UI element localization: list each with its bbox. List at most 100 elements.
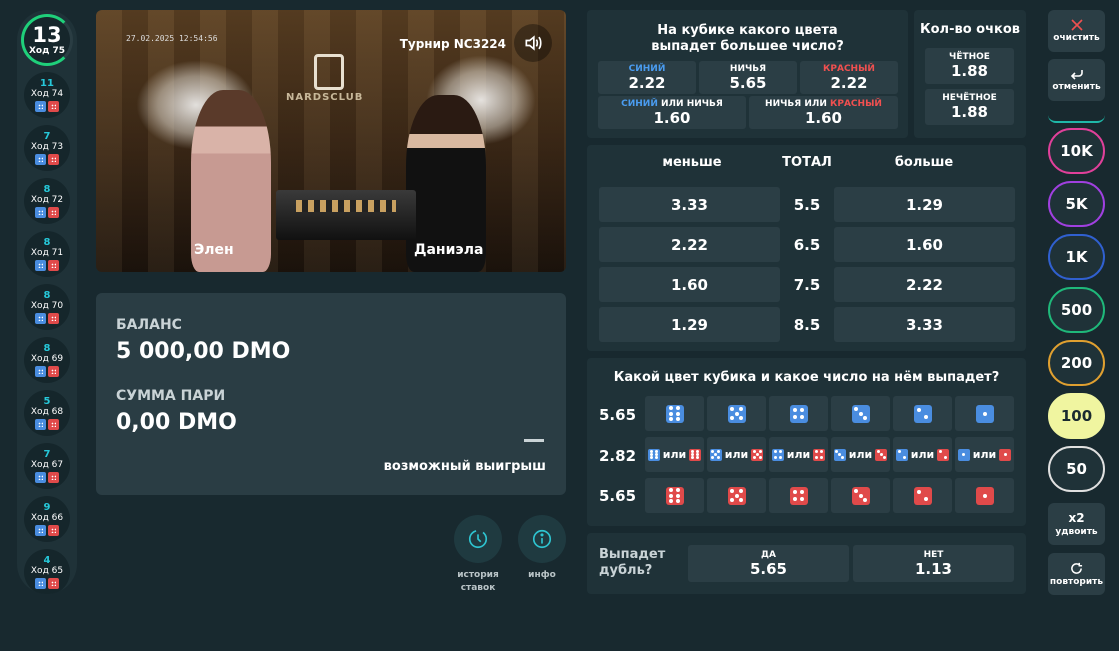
color-bet-title: На кубике какого цвета выпадет большее чи… (651, 23, 844, 54)
bet-odd[interactable]: НЕЧЁТНОЕ 1.88 (925, 89, 1014, 125)
bet-double-no[interactable]: НЕТ 1.13 (853, 545, 1014, 582)
bet-blue-or-red-6[interactable]: или (645, 437, 704, 472)
history-round: 11 Ход 74 (24, 72, 70, 118)
chip-5k[interactable]: 5K (1048, 181, 1105, 227)
repeat-button[interactable]: повторить (1048, 553, 1105, 595)
bet-total-less[interactable]: 1.29 (599, 307, 780, 342)
red-die-2-icon (937, 448, 950, 461)
history-round-number: 11 (40, 78, 54, 89)
blue-die-icon (35, 154, 46, 165)
bet-red-1[interactable] (955, 478, 1014, 513)
bet-red-6[interactable] (645, 478, 704, 513)
bet-red-4[interactable] (769, 478, 828, 513)
speaker-icon (525, 35, 542, 51)
red-die-icon (48, 154, 59, 165)
bet-even[interactable]: ЧЁТНОЕ 1.88 (925, 48, 1014, 84)
round-history: 13 Ход 75 11 Ход 74 7 Ход 73 8 Ход 72 8 Ход 71 8… (17, 10, 77, 594)
bet-total-more[interactable]: 1.60 (834, 227, 1015, 262)
double-bet-button[interactable]: x2 удвоить (1048, 503, 1105, 545)
bet-red-5[interactable] (707, 478, 766, 513)
red-die-3-icon (875, 448, 888, 461)
red-die-5-icon (751, 448, 764, 461)
history-round: 9 Ход 66 (24, 496, 70, 542)
bet-blue[interactable]: СИНИЙ 2.22 (598, 61, 696, 94)
undo-button[interactable]: отменить (1048, 59, 1105, 101)
chip-10k[interactable]: 10K (1048, 128, 1105, 174)
chip-200[interactable]: 200 (1048, 340, 1105, 386)
chip-50[interactable]: 50 (1048, 446, 1105, 492)
bet-double-yes[interactable]: ДА 5.65 (688, 545, 849, 582)
dice-bet-title: Какой цвет кубика и какое число на нём в… (613, 370, 1000, 385)
sound-button[interactable] (514, 24, 552, 62)
red-die-1-icon (975, 486, 994, 505)
bet-red-3[interactable] (831, 478, 890, 513)
red-die-4-icon (789, 486, 808, 505)
bet-blue-or-draw[interactable]: СИНИЙ ИЛИ НИЧЬЯ 1.60 (598, 96, 746, 129)
history-round: 7 Ход 67 (24, 443, 70, 489)
chip-500[interactable]: 500 (1048, 287, 1105, 333)
bet-amount-value: 0,00 DMO (116, 410, 237, 435)
blue-die-icon (35, 260, 46, 271)
current-round-number: 13 (32, 23, 62, 47)
bet-blue-2[interactable] (893, 396, 952, 431)
history-round-number: 9 (43, 502, 51, 513)
bet-total-less[interactable]: 1.60 (599, 267, 780, 302)
balance-value: 5 000,00 DMO (116, 339, 291, 364)
bet-blue-or-red-1[interactable]: или (955, 437, 1014, 472)
undo-icon (1070, 70, 1083, 80)
bet-total-more[interactable]: 2.22 (834, 267, 1015, 302)
blue-die-4-icon (771, 448, 784, 461)
blue-die-5-icon (709, 448, 722, 461)
nardsclub-logo-icon (314, 54, 344, 90)
bet-red-2[interactable] (893, 478, 952, 513)
red-die-icon (48, 366, 59, 377)
bet-blue-1[interactable] (955, 396, 1014, 431)
blue-die-icon (35, 366, 46, 377)
red-die-4-icon (813, 448, 826, 461)
bet-blue-6[interactable] (645, 396, 704, 431)
bet-total-more[interactable]: 1.29 (834, 187, 1015, 222)
close-icon (1070, 19, 1083, 31)
history-round: 8 Ход 72 (24, 178, 70, 224)
total-panel: меньше ТОТАЛ больше 3.33 5.5 1.29 2.22 6.5 1.… (587, 145, 1026, 351)
info-button[interactable] (518, 515, 566, 563)
dealer-right-name: Даниэла (414, 242, 484, 258)
total-less-header: меньше (662, 155, 722, 170)
bet-blue-or-red-5[interactable]: или (707, 437, 766, 472)
chip-scroll-indicator (1048, 115, 1105, 123)
history-round: 4 Ход 65 (24, 549, 70, 594)
bet-draw[interactable]: НИЧЬЯ 5.65 (699, 61, 797, 94)
blue-die-2-icon (895, 448, 908, 461)
history-round-number: 8 (43, 184, 51, 195)
bet-total-less[interactable]: 3.33 (599, 187, 780, 222)
bet-draw-or-red[interactable]: НИЧЬЯ ИЛИ КРАСНЫЙ 1.60 (749, 96, 898, 129)
bet-blue-5[interactable] (707, 396, 766, 431)
bet-total-less[interactable]: 2.22 (599, 227, 780, 262)
bet-blue-or-red-4[interactable]: или (769, 437, 828, 472)
history-round-label: Ход 69 (30, 354, 64, 364)
red-die-3-icon (851, 486, 870, 505)
bet-history-button[interactable] (454, 515, 502, 563)
bet-blue-or-red-3[interactable]: или (831, 437, 890, 472)
red-die-icon (48, 260, 59, 271)
blue-die-icon (35, 207, 46, 218)
blue-die-icon (35, 472, 46, 483)
bet-total-more[interactable]: 3.33 (834, 307, 1015, 342)
video-timestamp: 27.02.2025 12:54:56 (126, 34, 218, 43)
red-die-6-icon (665, 486, 684, 505)
chip-100-selected[interactable]: 100 (1048, 393, 1105, 439)
red-die-icon (48, 419, 59, 430)
bet-blue-or-red-2[interactable]: или (893, 437, 952, 472)
bet-blue-3[interactable] (831, 396, 890, 431)
history-round-number: 8 (43, 290, 51, 301)
bet-blue-4[interactable] (769, 396, 828, 431)
clear-button[interactable]: очистить (1048, 10, 1105, 52)
history-round-number: 4 (43, 555, 51, 566)
chip-1k[interactable]: 1K (1048, 234, 1105, 280)
history-round-label: Ход 68 (30, 407, 64, 417)
live-video: NARDSCLUB 27.02.2025 12:54:56 Турнир NC3… (96, 10, 566, 272)
red-die-icon (48, 101, 59, 112)
bet-red[interactable]: КРАСНЫЙ 2.22 (800, 61, 898, 94)
blue-die-6-icon (647, 448, 660, 461)
balance-label: БАЛАНС (116, 317, 182, 333)
